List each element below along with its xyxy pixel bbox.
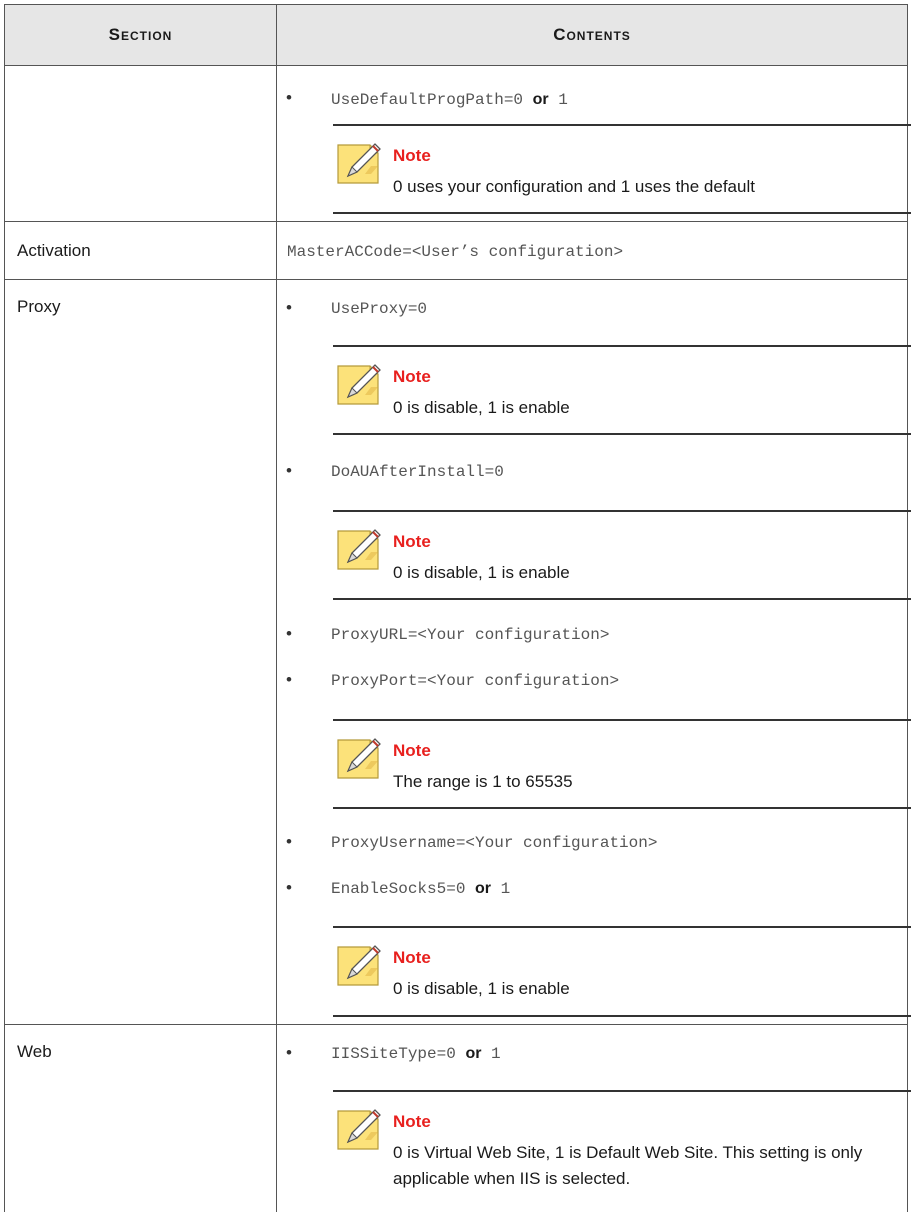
bullet: •	[286, 670, 292, 689]
column-divider	[276, 4, 277, 1212]
note-pencil-icon	[335, 361, 381, 407]
note-rule-top	[333, 124, 911, 126]
note-text: 0 is disable, 1 is enable	[393, 563, 570, 582]
bullet: •	[286, 461, 292, 480]
bullet: •	[286, 1043, 292, 1062]
note-rule-bottom	[333, 807, 911, 809]
code-iis-site-type: IISSiteType=0 or 1	[331, 1045, 501, 1063]
bullet: •	[286, 298, 292, 317]
note-title: Note	[393, 367, 431, 386]
code-use-default-prog-path: UseDefaultProgPath=0 or 1	[331, 91, 568, 109]
note-iis: Note 0 is Virtual Web Site, 1 is Default…	[333, 1090, 911, 1212]
note-pencil-icon	[335, 942, 381, 988]
code-or: or	[475, 880, 492, 897]
note-pencil-icon	[335, 526, 381, 572]
note-pencil-icon	[335, 1106, 381, 1152]
code-enable-socks5: EnableSocks5=0 or 1	[331, 880, 510, 898]
note-rule-top	[333, 510, 911, 512]
note-rule-bottom	[333, 598, 911, 600]
note-text: 0 is disable, 1 is enable	[393, 979, 570, 998]
note-rule-bottom	[333, 1015, 911, 1017]
row-divider	[5, 1024, 907, 1025]
note-pencil-icon	[335, 735, 381, 781]
note-title: Note	[393, 1112, 431, 1131]
note-pencil-icon	[335, 140, 381, 186]
bullet: •	[286, 878, 292, 897]
note-text: 0 is disable, 1 is enable	[393, 398, 570, 417]
header-section: Section	[108, 25, 173, 44]
row-divider	[5, 279, 907, 280]
note-do-au: Note 0 is disable, 1 is enable	[333, 510, 911, 600]
bullet: •	[286, 624, 292, 643]
note-rule-top	[333, 926, 911, 928]
code-proxy-username: ProxyUsername=<Your configuration>	[331, 834, 658, 852]
note-default-path: Note 0 uses your configuration and 1 use…	[333, 124, 911, 216]
note-text: 0 is Virtual Web Site, 1 is Default Web …	[393, 1143, 863, 1188]
code-or: or	[532, 91, 549, 108]
code-value: 1	[491, 1045, 501, 1063]
code-key: EnableSocks5=0	[331, 880, 466, 898]
note-rule-top	[333, 1090, 911, 1092]
note-title: Note	[393, 532, 431, 551]
note-rule-top	[333, 345, 911, 347]
code-value: 1	[500, 880, 511, 898]
code-use-proxy: UseProxy=0	[331, 300, 428, 318]
note-rule-top	[333, 719, 911, 721]
code-key: IISSiteType=0	[331, 1045, 456, 1063]
section-web: Web	[17, 1042, 52, 1061]
config-table: Section Contents • UseDefaultProgPath=0 …	[4, 4, 911, 1212]
code-do-au-after-install: DoAUAfterInstall=0	[331, 463, 504, 481]
code-value: 1	[558, 91, 568, 109]
bullet: •	[286, 88, 292, 107]
note-text: 0 uses your configuration and 1 uses the…	[393, 177, 755, 196]
code-key: UseDefaultProgPath=0	[331, 91, 524, 109]
row-divider	[5, 221, 907, 222]
note-use-proxy: Note 0 is disable, 1 is enable	[333, 345, 911, 435]
code-proxy-port: ProxyPort=<Your configuration>	[331, 672, 620, 690]
section-proxy: Proxy	[17, 297, 61, 316]
note-proxy-port: Note The range is 1 to 65535	[333, 719, 911, 809]
code-or: or	[465, 1045, 482, 1062]
note-socks5: Note 0 is disable, 1 is enable	[333, 926, 911, 1018]
header-contents: Contents	[553, 25, 631, 44]
note-title: Note	[393, 741, 431, 760]
note-text: The range is 1 to 65535	[393, 772, 573, 791]
note-title: Note	[393, 146, 431, 165]
note-rule-bottom	[333, 433, 911, 435]
bullet: •	[286, 832, 292, 851]
code-proxy-url: ProxyURL=<Your configuration>	[331, 626, 610, 644]
section-activation: Activation	[17, 241, 91, 260]
table-header: Section Contents	[5, 4, 907, 66]
code-master-ac-code: MasterACCode=<User’s configuration>	[287, 243, 624, 261]
note-rule-bottom	[333, 212, 911, 214]
note-title: Note	[393, 948, 431, 967]
